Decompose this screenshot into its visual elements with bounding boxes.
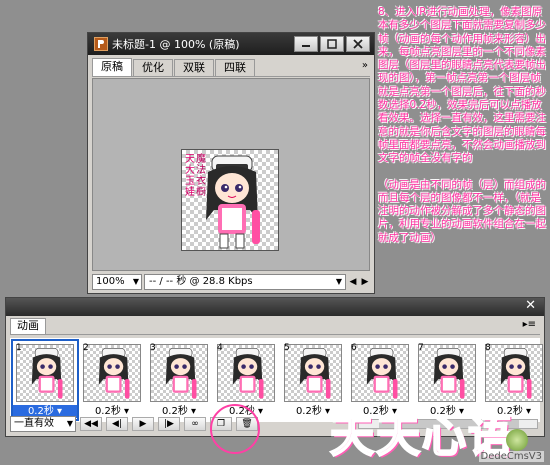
ps-icon <box>94 37 108 51</box>
loop-select[interactable]: 一直有效 ▼ <box>10 416 76 432</box>
tween-button[interactable]: ∞ <box>184 417 206 431</box>
tween-icon: ∞ <box>191 419 199 429</box>
scroll-right-icon[interactable]: ▶ <box>360 277 370 287</box>
frame-thumbnail-image <box>31 348 63 399</box>
close-icon[interactable]: ✕ <box>525 298 536 313</box>
frame-thumbnail-image <box>299 348 331 399</box>
frame-thumbnail <box>16 344 74 402</box>
tab-4up[interactable]: 四联 <box>215 59 255 76</box>
frame-thumbnail-image <box>232 348 264 399</box>
frame-thumbnail-image <box>433 348 465 399</box>
image-left-text: 天大玉娃 <box>185 154 195 198</box>
frame-3[interactable]: 3 0.2秒 ▾ <box>147 341 211 419</box>
document-title: 未标题-1 @ 100% (原稿) <box>112 38 240 51</box>
maximize-button[interactable] <box>320 36 344 52</box>
frame-number: 8 <box>485 343 491 353</box>
frame-number: 2 <box>83 343 89 353</box>
instruction-paragraph-1: 8、进入IR进行动画处理，像素图原本有多少个图层下面就需要复制多少帧（动画的每个… <box>378 6 546 165</box>
prev-frame-icon: ◀| <box>112 419 122 429</box>
frame-thumbnail <box>83 344 141 402</box>
highlight-circle <box>210 404 260 454</box>
frame-1[interactable]: 1 0.2秒 ▾ <box>11 339 79 421</box>
frame-thumbnail-image <box>500 348 532 399</box>
instruction-note: 8、进入IR进行动画处理，像素图原本有多少个图层下面就需要复制多少帧（动画的每个… <box>378 6 546 258</box>
scroll-left-icon[interactable]: ◀ <box>348 277 358 287</box>
minimize-icon <box>302 45 310 47</box>
frame-number: 7 <box>418 343 424 353</box>
document-tabs: 原稿 优化 双联 四联 » <box>92 58 370 77</box>
frame-thumbnail <box>351 344 409 402</box>
close-icon <box>353 39 363 49</box>
prev-frame-button[interactable]: ◀| <box>106 417 128 431</box>
frame-2[interactable]: 2 0.2秒 ▾ <box>80 341 144 419</box>
play-icon: ▶ <box>139 419 147 429</box>
frame-thumbnail <box>485 344 543 402</box>
first-frame-icon: ◀◀ <box>84 419 98 429</box>
maximize-icon <box>327 39 337 49</box>
frame-thumbnail-image <box>165 348 197 399</box>
document-window: 未标题-1 @ 100% (原稿) 原稿 优化 双联 四联 » 天大玉娃 魔法衣… <box>87 32 375 294</box>
close-button[interactable] <box>346 36 370 52</box>
tab-animation[interactable]: 动画 <box>10 318 46 334</box>
frame-thumbnail <box>217 344 275 402</box>
play-button[interactable]: ▶ <box>132 417 154 431</box>
tabs-menu-icon[interactable]: » <box>362 60 368 71</box>
animation-panel-titlebar[interactable]: ✕ <box>6 298 544 316</box>
loop-value: 一直有效 <box>14 418 54 429</box>
pixel-art-image: 天大玉娃 魔法衣橱 <box>181 149 279 251</box>
document-titlebar[interactable]: 未标题-1 @ 100% (原稿) <box>88 33 374 55</box>
animation-tabs: 动画 ▸≡ <box>10 318 540 335</box>
leaf-logo-icon <box>506 429 528 451</box>
download-speed-select[interactable]: -- / -- 秒 @ 28.8 Kbps ▼ <box>144 274 346 290</box>
speed-value: -- / -- 秒 @ 28.8 Kbps <box>149 276 253 287</box>
tab-optimized[interactable]: 优化 <box>133 59 173 76</box>
frame-number: 6 <box>351 343 357 353</box>
frame-number: 5 <box>284 343 290 353</box>
tab-original[interactable]: 原稿 <box>92 58 132 76</box>
zoom-value: 100% <box>96 276 125 287</box>
watermark-text: DedeCmsV3 <box>478 451 544 462</box>
canvas-area[interactable]: 天大玉娃 魔法衣橱 <box>92 78 370 271</box>
next-frame-icon: |▶ <box>164 419 174 429</box>
zoom-select[interactable]: 100% ▼ <box>92 274 142 290</box>
frame-number: 3 <box>150 343 156 353</box>
instruction-paragraph-2: （动画是由不同的帧（层）而组成的而且每个层的图像都不一样，（就是注明的动作被分解… <box>378 178 546 244</box>
first-frame-button[interactable]: ◀◀ <box>80 417 102 431</box>
chevron-down-icon: ▼ <box>335 277 342 286</box>
panel-menu-icon[interactable]: ▸≡ <box>523 319 536 330</box>
frame-number: 1 <box>16 343 22 353</box>
frame-thumbnail-image <box>98 348 130 399</box>
image-right-text: 魔法衣橱 <box>196 154 206 198</box>
frame-number: 4 <box>217 343 223 353</box>
frame-thumbnail <box>418 344 476 402</box>
frame-thumbnail <box>284 344 342 402</box>
chevron-down-icon: ▼ <box>132 277 139 286</box>
tab-2up[interactable]: 双联 <box>174 59 214 76</box>
minimize-button[interactable] <box>294 36 318 52</box>
frame-thumbnail <box>150 344 208 402</box>
chevron-down-icon: ▼ <box>66 419 73 428</box>
next-frame-button[interactable]: |▶ <box>158 417 180 431</box>
document-statusbar: 100% ▼ -- / -- 秒 @ 28.8 Kbps ▼ ◀ ▶ <box>92 273 370 291</box>
frame-thumbnail-image <box>366 348 398 399</box>
